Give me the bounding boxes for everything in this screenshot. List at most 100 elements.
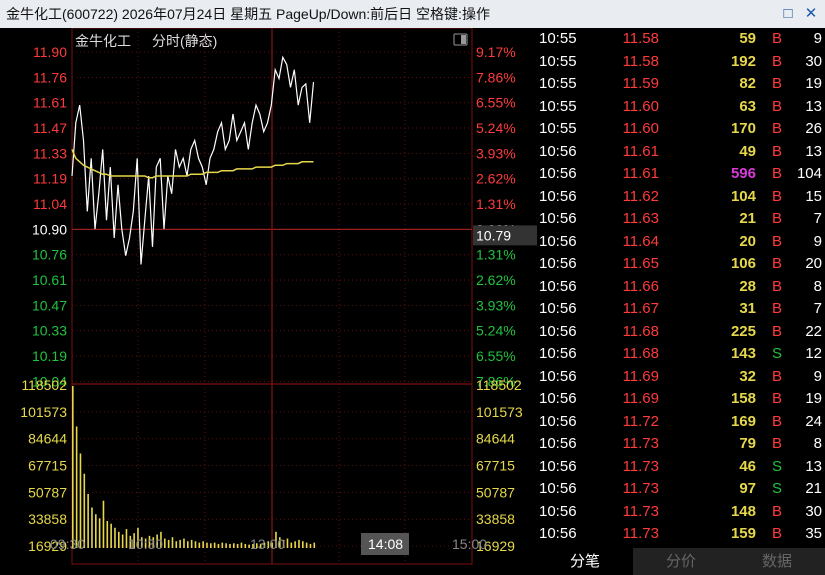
tick-row[interactable]: 10:55 11.58 59 B 9 <box>537 28 825 51</box>
tick-volume: 170 <box>730 120 756 137</box>
tick-row[interactable]: 10:56 11.73 79 B 8 <box>537 433 825 456</box>
tick-row[interactable]: 10:55 11.58 192 B 30 <box>537 51 825 74</box>
tick-count: 9 <box>813 30 822 47</box>
price-axis-label: 11.47 <box>33 120 67 136</box>
tick-price: 11.73 <box>622 457 659 475</box>
tick-volume: 28 <box>739 277 756 295</box>
tick-row[interactable]: 10:56 11.73 148 B 30 <box>537 501 825 524</box>
pct-axis-label: 6.55% <box>476 348 516 364</box>
volume-axis-label: 84644 <box>476 431 515 447</box>
pct-axis-label: 5.24% <box>476 323 516 339</box>
price-axis-label: 10.47 <box>32 297 67 313</box>
tick-row[interactable]: 10:56 11.72 169 B 24 <box>537 411 825 434</box>
tick-row[interactable]: 10:56 11.63 21 B 7 <box>537 208 825 231</box>
tab-by-price[interactable]: 分价 <box>633 548 729 575</box>
tick-row[interactable]: 10:56 11.69 158 B 19 <box>537 388 825 411</box>
tick-volume: 82 <box>739 75 756 92</box>
tick-side: B <box>772 367 783 385</box>
tick-volume: 97 <box>739 480 756 497</box>
tick-row[interactable]: 10:56 11.61 596 B 104 <box>537 163 825 186</box>
tick-row[interactable]: 10:56 11.67 31 B 7 <box>537 298 825 321</box>
tick-row[interactable]: 10:56 11.68 143 S 12 <box>537 343 825 366</box>
tick-side: B <box>772 30 783 47</box>
tick-row[interactable]: 10:56 11.73 46 S 13 <box>537 456 825 479</box>
tick-count: 104 <box>796 165 822 182</box>
close-x-icon[interactable]: ✕ <box>800 0 822 28</box>
tick-side: B <box>772 52 783 70</box>
tick-time: 10:56 <box>539 367 577 385</box>
tick-side: B <box>772 390 783 407</box>
pct-axis-label: 7.86% <box>476 69 516 85</box>
price-axis-label: 10.90 <box>32 221 67 237</box>
tick-side: B <box>772 165 783 182</box>
chart-plot-area[interactable] <box>72 28 472 564</box>
tick-price: 11.60 <box>622 97 659 115</box>
tick-side: S <box>772 480 783 497</box>
tick-row[interactable]: 10:55 11.60 63 B 13 <box>537 96 825 119</box>
volume-axis-label: 50787 <box>28 484 67 500</box>
tick-count: 8 <box>813 435 822 452</box>
tick-row[interactable]: 10:56 11.64 20 B 9 <box>537 231 825 254</box>
tick-volume: 31 <box>739 300 756 317</box>
tick-count: 24 <box>805 412 822 430</box>
tab-ticks[interactable]: 分笔 <box>537 548 633 575</box>
tick-volume: 596 <box>730 165 756 182</box>
pct-axis-label: 2.62% <box>476 171 516 187</box>
tick-time: 10:56 <box>539 345 577 362</box>
tick-row[interactable]: 10:56 11.73 97 S 21 <box>537 478 825 501</box>
tick-time: 10:56 <box>539 412 577 430</box>
volume-axis-label: 84644 <box>28 431 67 447</box>
tick-row[interactable]: 10:56 11.61 49 B 13 <box>537 141 825 164</box>
tick-side: S <box>772 345 783 362</box>
tick-price: 11.58 <box>622 30 659 47</box>
tick-count: 21 <box>805 480 822 497</box>
tick-price: 11.62 <box>622 187 659 205</box>
tick-side: B <box>772 255 783 272</box>
tick-price: 11.69 <box>622 367 659 385</box>
tick-volume: 169 <box>730 412 756 430</box>
tick-row[interactable]: 10:55 11.59 82 B 19 <box>537 73 825 96</box>
tick-count: 8 <box>813 277 822 295</box>
tick-row[interactable]: 10:56 11.69 32 B 9 <box>537 366 825 389</box>
volume-axis-label: 33858 <box>28 511 67 527</box>
volume-axis-label: 118502 <box>21 377 67 393</box>
tick-count: 35 <box>805 525 822 542</box>
tick-time: 10:56 <box>539 210 577 227</box>
tick-time: 10:56 <box>539 457 577 475</box>
tick-volume: 46 <box>739 457 756 475</box>
tick-row[interactable]: 10:56 11.66 28 B 8 <box>537 276 825 299</box>
tick-time: 10:55 <box>539 120 577 137</box>
tick-list[interactable]: 10:55 11.58 59 B 9 10:55 11.58 192 B 30 10:55 11.59… <box>537 28 825 548</box>
cursor-price-label: 10.79 <box>476 227 511 243</box>
tab-data[interactable]: 数据 <box>729 548 825 575</box>
tick-volume: 59 <box>739 30 756 47</box>
tick-price: 11.65 <box>622 255 659 272</box>
tick-side: B <box>772 120 783 137</box>
tick-volume: 225 <box>730 322 756 340</box>
price-axis-label: 10.19 <box>32 348 67 364</box>
tick-count: 30 <box>805 52 822 70</box>
tick-row[interactable]: 10:55 11.60 170 B 26 <box>537 118 825 141</box>
tick-time: 10:55 <box>539 52 577 70</box>
minimize-square-icon[interactable]: □ <box>777 0 799 28</box>
tick-row[interactable]: 10:56 11.73 159 B 35 <box>537 523 825 546</box>
tick-count: 15 <box>805 187 822 205</box>
tick-price: 11.72 <box>622 412 659 430</box>
bottom-tabs: 分笔 分价 数据 <box>537 548 825 575</box>
tick-row[interactable]: 10:56 11.65 106 B 20 <box>537 253 825 276</box>
price-axis-label: 10.33 <box>32 323 67 339</box>
tick-count: 12 <box>805 345 822 362</box>
window-titlebar: 金牛化工(600722) 2026年07月24日 星期五 PageUp/Down… <box>0 0 825 28</box>
tick-price: 11.73 <box>622 502 659 520</box>
tick-row[interactable]: 10:56 11.68 225 B 22 <box>537 321 825 344</box>
tick-count: 22 <box>805 322 822 340</box>
tick-volume: 158 <box>730 390 756 407</box>
intraday-chart[interactable]: 金牛化工分时(静态)11.9011.7611.6111.4711.3311.19… <box>0 28 537 575</box>
tick-side: B <box>772 502 783 520</box>
tick-side: B <box>772 277 783 295</box>
volume-axis-label: 101573 <box>476 404 523 420</box>
tick-time: 10:56 <box>539 435 577 452</box>
pct-axis-label: 1.31% <box>476 247 516 263</box>
tick-price: 11.61 <box>622 142 659 160</box>
tick-row[interactable]: 10:56 11.62 104 B 15 <box>537 186 825 209</box>
